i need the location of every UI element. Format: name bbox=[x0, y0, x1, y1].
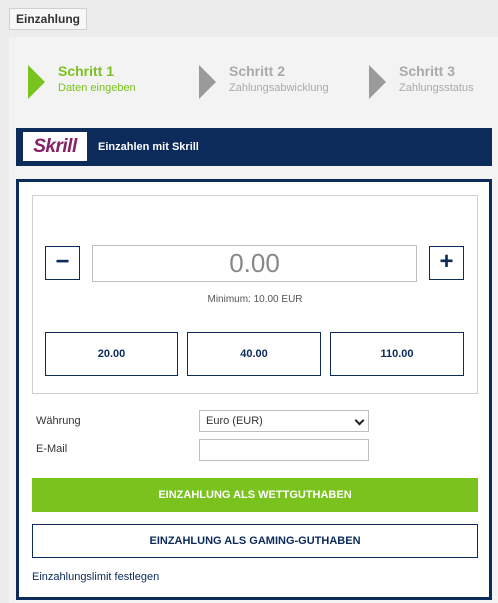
step-subtitle: Daten eingeben bbox=[58, 82, 136, 94]
step-subtitle: Zahlungsabwicklung bbox=[229, 82, 329, 94]
increase-amount-button[interactable]: + bbox=[429, 246, 464, 280]
step-arrow-icon bbox=[199, 65, 216, 99]
preset-amount-button[interactable]: 110.00 bbox=[330, 332, 464, 376]
amount-input[interactable]: 0.00 bbox=[92, 245, 417, 282]
email-label: E-Mail bbox=[36, 443, 68, 455]
skrill-logo: Skrill bbox=[23, 132, 87, 161]
step-subtitle: Zahlungsstatus bbox=[399, 82, 474, 94]
currency-label: Währung bbox=[36, 415, 81, 427]
deposit-sports-credit-button[interactable]: EINZAHLUNG ALS WETTGUTHABEN bbox=[32, 478, 478, 512]
step-progress: Schritt 1 Daten eingeben Schritt 2 Zahlu… bbox=[9, 37, 498, 127]
deposit-limit-link[interactable]: Einzahlungslimit festlegen bbox=[32, 571, 159, 583]
step-title: Schritt 3 bbox=[399, 63, 456, 79]
currency-value: Euro (EUR) bbox=[206, 415, 263, 427]
amount-section: − 0.00 + Minimum: 10.00 EUR 20.00 40.00 … bbox=[32, 195, 478, 394]
currency-select[interactable]: Euro (EUR) bbox=[199, 410, 369, 432]
step-title: Schritt 1 bbox=[58, 63, 115, 79]
deposit-form: − 0.00 + Minimum: 10.00 EUR 20.00 40.00 … bbox=[16, 179, 492, 600]
email-field[interactable] bbox=[199, 439, 369, 461]
step-arrow-icon bbox=[28, 65, 45, 99]
preset-amount-button[interactable]: 20.00 bbox=[45, 332, 178, 376]
provider-title: Einzahlen mit Skrill bbox=[98, 141, 199, 153]
deposit-panel: Schritt 1 Daten eingeben Schritt 2 Zahlu… bbox=[9, 37, 498, 603]
decrease-amount-button[interactable]: − bbox=[45, 246, 80, 280]
deposit-gaming-credit-button[interactable]: EINZAHLUNG ALS GAMING-GUTHABEN bbox=[32, 524, 478, 558]
preset-amount-button[interactable]: 40.00 bbox=[187, 332, 321, 376]
step-arrow-icon bbox=[369, 65, 386, 99]
step-title: Schritt 2 bbox=[229, 63, 286, 79]
chevron-down-icon bbox=[354, 415, 365, 426]
provider-header: Skrill Einzahlen mit Skrill bbox=[16, 128, 492, 166]
minimum-amount-text: Minimum: 10.00 EUR bbox=[207, 294, 303, 305]
tab-einzahlung[interactable]: Einzahlung bbox=[9, 8, 87, 30]
